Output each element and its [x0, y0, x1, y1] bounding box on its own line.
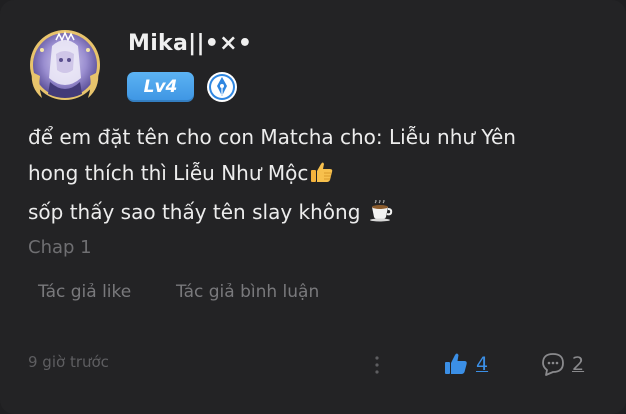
timestamp: 9 giờ trước — [28, 353, 109, 371]
avatar[interactable] — [26, 26, 104, 104]
like-count: 4 — [476, 353, 489, 375]
comment-line: hong thích thì Liễu Như Mộc — [28, 161, 309, 185]
thumbs-up-emoji-icon — [310, 158, 334, 194]
comment-card: Mika||•×• Lv4 để em đặt tên cho con Matc… — [0, 0, 626, 414]
comment-line-with-emoji: sốp thấy sao thấy tên slay không — [28, 194, 608, 233]
thumbs-up-icon — [445, 353, 467, 374]
level-badge: Lv4 — [127, 72, 194, 102]
comment-line-with-emoji: hong thích thì Liễu Như Mộc — [28, 155, 608, 194]
speech-bubble-icon — [542, 353, 564, 376]
comment-line: để em đặt tên cho con Matcha cho: Liễu n… — [28, 125, 516, 149]
reply-button[interactable]: 2 — [540, 350, 584, 378]
more-options-button[interactable] — [370, 354, 384, 376]
author-commented-tag: Tác giả bình luận — [176, 282, 320, 302]
author-name[interactable]: Mika||•×• — [128, 31, 252, 56]
pen-nib-icon — [206, 71, 238, 103]
coffee-cup-emoji-icon — [369, 197, 393, 233]
reply-count: 2 — [572, 353, 585, 375]
comment-line: sốp thấy sao thấy tên slay không — [28, 200, 361, 224]
avatar-image — [30, 30, 100, 100]
vertical-dots-icon — [375, 356, 379, 374]
author-liked-tag: Tác giả like — [38, 282, 132, 302]
chapter-label[interactable]: Chap 1 — [28, 237, 92, 258]
comment-body: để em đặt tên cho con Matcha cho: Liễu n… — [28, 119, 608, 233]
like-button[interactable]: 4 — [444, 350, 488, 378]
